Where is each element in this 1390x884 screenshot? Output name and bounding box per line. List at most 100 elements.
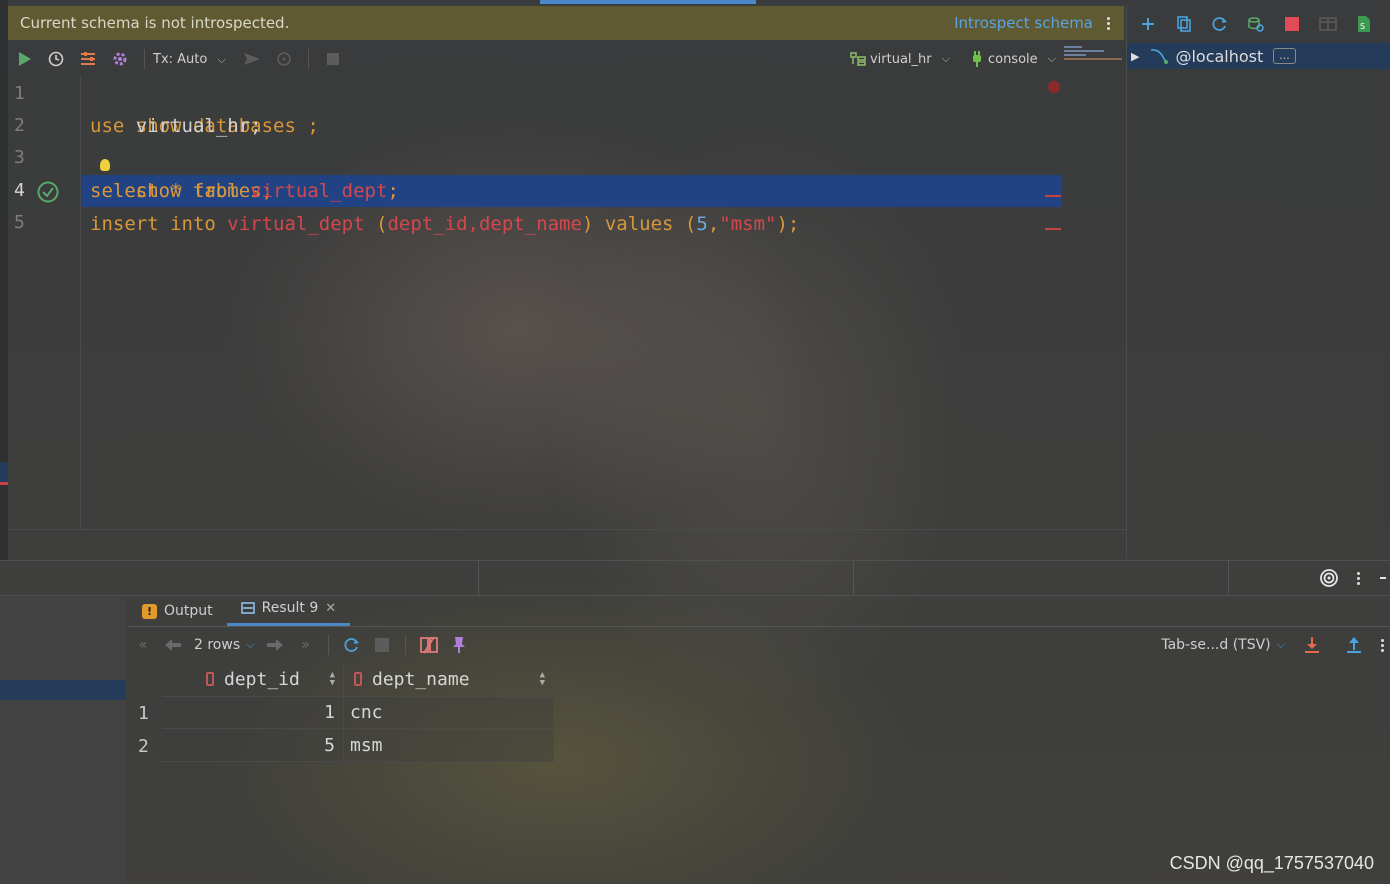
line-number: 1 <box>14 83 25 104</box>
close-icon[interactable]: ✕ <box>325 601 336 616</box>
chevron-down-icon: ⌵ <box>246 638 255 651</box>
warning-icon: ! <box>142 603 157 619</box>
reload-icon[interactable] <box>337 630 367 660</box>
row-number: 2 <box>138 735 149 757</box>
pin-icon[interactable] <box>444 630 474 660</box>
punctuation-token: ); <box>776 213 800 235</box>
more-icon[interactable] <box>1357 571 1360 585</box>
tab-output[interactable]: ! Output <box>128 596 227 626</box>
code-line-1[interactable]: show databases ; <box>90 78 319 137</box>
transaction-mode-label: Tx: Auto <box>153 51 208 67</box>
line-number-gutter: 1 2 3 4 5 <box>8 77 81 529</box>
filter-icon[interactable] <box>1241 9 1271 39</box>
punctuation-token: ; <box>387 180 399 202</box>
code-line-3[interactable]: show tables; <box>90 143 273 202</box>
table-row[interactable]: 1 1 cnc <box>128 697 554 729</box>
line-number: 5 <box>14 212 25 233</box>
table-icon <box>240 602 255 614</box>
table-reference-token: virtual_dept <box>250 180 388 202</box>
code-line-4[interactable]: select * from virtual_dept; <box>90 175 399 207</box>
connection-more-button[interactable]: ... <box>1273 48 1296 64</box>
line-number: 2 <box>14 115 25 136</box>
upload-icon[interactable] <box>1339 630 1369 660</box>
introspect-schema-link[interactable]: Introspect schema <box>954 14 1093 32</box>
schema-selector[interactable]: virtual_hr ⌵ <box>850 52 950 67</box>
prev-page-icon[interactable] <box>158 630 188 660</box>
rollback-icon[interactable] <box>268 44 300 74</box>
copy-icon[interactable] <box>1169 9 1199 39</box>
error-stripe-mark[interactable] <box>1045 195 1061 197</box>
commit-icon[interactable] <box>236 44 268 74</box>
tab-result[interactable]: Result 9 ✕ <box>226 593 351 626</box>
compare-icon[interactable] <box>414 630 444 660</box>
history-icon[interactable] <box>40 44 72 74</box>
table-icon[interactable] <box>1313 9 1343 39</box>
cell-dept-id[interactable]: 5 <box>162 730 344 762</box>
cell-dept-name[interactable]: msm <box>344 730 554 762</box>
code-line-5[interactable]: insert into virtual_dept (dept_id,dept_n… <box>90 208 799 240</box>
sql-editor[interactable]: show databases ; use virtual_hr; show ta… <box>82 77 1062 529</box>
intention-bulb-icon[interactable] <box>100 159 110 171</box>
more-icon[interactable] <box>1381 638 1384 652</box>
keyword-token: use <box>90 115 125 137</box>
services-selected-row[interactable] <box>0 680 126 700</box>
key-icon <box>206 672 214 686</box>
active-editor-tab-indicator <box>540 0 756 4</box>
banner-more-icon[interactable] <box>1107 16 1110 30</box>
connection-tree-node[interactable]: ▶ @localhost ... <box>1127 43 1390 69</box>
schema-banner: Current schema is not introspected. Intr… <box>8 6 1124 40</box>
stop-icon[interactable] <box>317 44 349 74</box>
punctuation-token: ( <box>364 213 388 235</box>
last-page-icon[interactable]: » <box>290 630 320 660</box>
keyword-token: select * from <box>90 180 239 202</box>
add-icon[interactable] <box>1133 9 1163 39</box>
export-format-label: Tab-se...d (TSV) <box>1161 637 1271 653</box>
column-header-dept-name[interactable]: dept_name ▲ ▼ <box>344 662 554 696</box>
services-tree-panel <box>0 594 126 884</box>
next-page-icon[interactable] <box>260 630 290 660</box>
refresh-icon[interactable] <box>1205 9 1235 39</box>
download-icon[interactable] <box>1297 630 1327 660</box>
keyword-token: values <box>604 213 674 235</box>
ddl-icon[interactable]: S <box>1349 9 1379 39</box>
stop-icon[interactable] <box>367 630 397 660</box>
tab-output-label: Output <box>164 603 213 619</box>
code-line-2[interactable]: use virtual_hr; <box>90 110 262 142</box>
chevron-down-icon: ⌵ <box>1047 52 1056 65</box>
panel-splitter[interactable] <box>0 560 1390 596</box>
punctuation-token: , <box>707 213 720 235</box>
chevron-down-icon: ⌵ <box>217 52 226 66</box>
watermark-text: CSDN @qq_1757537040 <box>1169 853 1374 873</box>
sort-arrows-icon[interactable]: ▲ ▼ <box>330 671 335 688</box>
first-page-icon[interactable]: « <box>128 630 158 660</box>
table-row[interactable]: 2 5 msm <box>128 730 554 762</box>
column-header-dept-id[interactable]: dept_id ▲ ▼ <box>162 662 344 696</box>
error-indicator-icon[interactable] <box>1048 81 1060 93</box>
splitter-divider <box>1228 561 1229 595</box>
expand-triangle-icon[interactable]: ▶ <box>1131 50 1139 63</box>
left-strip-highlight <box>0 462 8 482</box>
table-reference-token: virtual_dept <box>227 213 365 235</box>
schema-icon <box>850 52 866 66</box>
row-count-dropdown[interactable]: 2 rows ⌵ <box>194 637 254 653</box>
export-format-dropdown[interactable]: Tab-se...d (TSV) ⌵ <box>1161 637 1285 653</box>
toolbar-separator <box>405 635 407 655</box>
settings-icon[interactable] <box>72 44 104 74</box>
toolbar-separator <box>328 635 330 655</box>
session-selector[interactable]: console ⌵ <box>970 51 1056 67</box>
target-icon[interactable] <box>1319 568 1339 588</box>
error-stripe-mark[interactable] <box>1045 228 1061 230</box>
sort-arrows-icon[interactable]: ▲ ▼ <box>540 671 545 688</box>
transaction-mode-dropdown[interactable]: Tx: Auto ⌵ <box>153 52 226 67</box>
stop-icon[interactable] <box>1277 9 1307 39</box>
cell-dept-id[interactable]: 1 <box>162 697 344 729</box>
gear-icon[interactable] <box>104 44 136 74</box>
run-icon[interactable] <box>8 44 40 74</box>
result-tabs: ! Output Result 9 ✕ <box>128 594 1390 627</box>
editor-minimap[interactable] <box>1064 44 1124 66</box>
toolbar-separator <box>144 49 145 69</box>
minimize-icon[interactable] <box>1378 568 1386 588</box>
database-explorer-panel: S ▶ @localhost ... <box>1126 6 1390 559</box>
cell-dept-name[interactable]: cnc <box>344 697 554 729</box>
editor-toolbar: Tx: Auto ⌵ virtual_hr ⌵ console ⌵ <box>8 42 1062 76</box>
